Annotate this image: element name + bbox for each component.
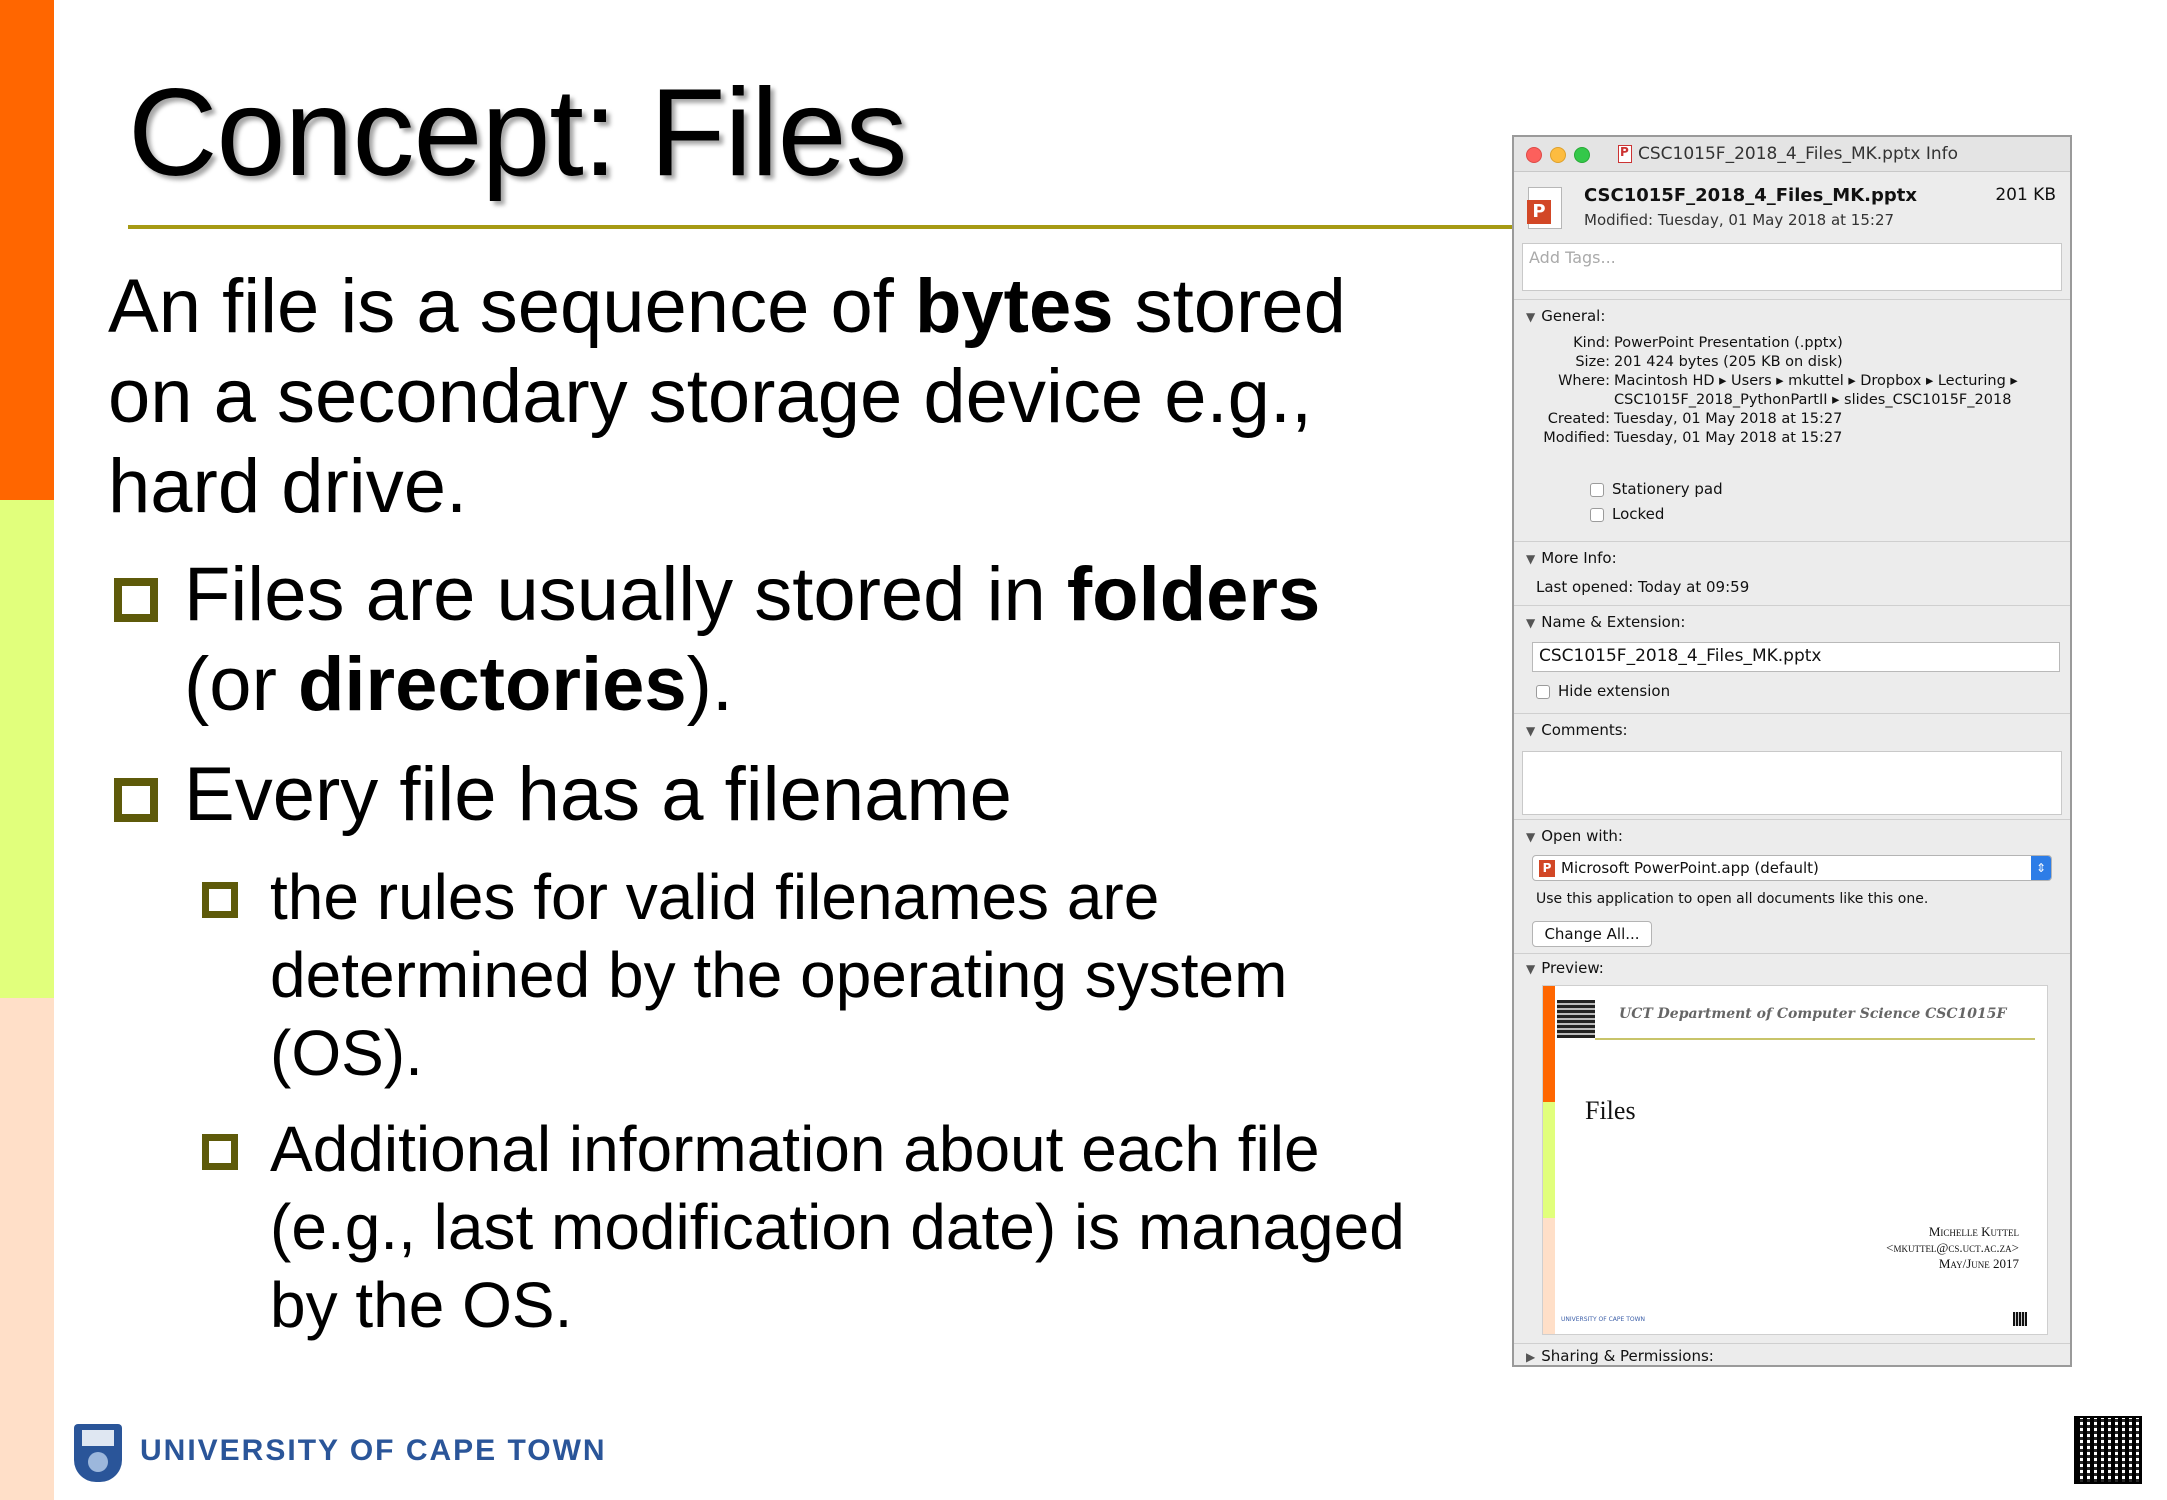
- where-value: Macintosh HD ▸ Users ▸ mkuttel ▸ Dropbox…: [1614, 373, 2018, 389]
- bullet-marker: [114, 778, 158, 822]
- kind-key: Kind:: [1573, 335, 1610, 351]
- locked-checkbox[interactable]: [1590, 508, 1604, 522]
- modified-key: Modified:: [1543, 430, 1610, 446]
- divider: [1514, 541, 2070, 542]
- open-with-select[interactable]: P Microsoft PowerPoint.app (default) ⇕: [1532, 855, 2052, 881]
- sub-bullet-rules: the rules for valid filenames are determ…: [270, 861, 1288, 1089]
- stationery-label: Stationery pad: [1612, 480, 1723, 498]
- created-value: Tuesday, 01 May 2018 at 15:27: [1614, 411, 1843, 427]
- title-divider: [128, 225, 1512, 229]
- divider: [1514, 1343, 2070, 1344]
- file-modified: Modified: Tuesday, 01 May 2018 at 15:27: [1584, 211, 1895, 229]
- window-title: CSC1015F_2018_4_Files_MK.pptx Info: [1638, 144, 1959, 164]
- close-button[interactable]: [1526, 147, 1542, 163]
- sub-bullet-marker: [202, 882, 238, 918]
- where-key: Where:: [1558, 373, 1610, 389]
- disclosure-open-icon: ▼: [1526, 962, 1536, 976]
- preview-qr-icon: [2013, 1312, 2027, 1326]
- divider: [1514, 819, 2070, 820]
- minimize-button[interactable]: [1550, 147, 1566, 163]
- comments-input[interactable]: [1522, 751, 2062, 815]
- section-general[interactable]: ▼ General:: [1526, 307, 1605, 325]
- open-with-note: Use this application to open all documen…: [1536, 891, 1929, 907]
- modified-value: Tuesday, 01 May 2018 at 15:27: [1614, 430, 1843, 446]
- disclosure-open-icon: ▼: [1526, 724, 1536, 738]
- bullet-filename: Every file has a filename: [184, 752, 1012, 837]
- file-info-window: CSC1015F_2018_4_Files_MK.pptx Info P CSC…: [1512, 135, 2072, 1367]
- preview-title: Files: [1585, 1096, 1636, 1125]
- size-value: 201 424 bytes (205 KB on disk): [1614, 354, 1843, 370]
- preview-thumbnail: UCT Department of Computer Science CSC10…: [1542, 985, 2048, 1335]
- divider: [1514, 605, 2070, 606]
- color-strip-lime: [0, 500, 54, 998]
- bullet-marker: [114, 578, 158, 622]
- disclosure-open-icon: ▼: [1526, 616, 1536, 630]
- powerpoint-file-icon: [1618, 145, 1632, 163]
- divider: [1514, 299, 2070, 300]
- tags-input[interactable]: Add Tags...: [1522, 243, 2062, 291]
- last-opened: Last opened: Today at 09:59: [1536, 578, 1750, 596]
- color-strip-peach: [0, 998, 54, 1500]
- color-strip-orange: [0, 0, 54, 500]
- section-open-with[interactable]: ▼ Open with:: [1526, 827, 1623, 845]
- preview-footer: UNIVERSITY OF CAPE TOWN: [1561, 1316, 1646, 1323]
- size-key: Size:: [1575, 354, 1610, 370]
- divider: [1514, 713, 2070, 714]
- divider: [1514, 953, 2070, 954]
- intro-paragraph: An file is a sequence of bytes stored on…: [108, 264, 1346, 529]
- stationery-checkbox[interactable]: [1590, 483, 1604, 497]
- section-comments[interactable]: ▼ Comments:: [1526, 721, 1628, 739]
- locked-label: Locked: [1612, 505, 1665, 523]
- uct-crest-logo: [74, 1424, 122, 1482]
- sub-bullet-additional-info: Additional information about each file (…: [270, 1113, 1405, 1341]
- disclosure-open-icon: ▼: [1526, 552, 1536, 566]
- section-name-extension[interactable]: ▼ Name & Extension:: [1526, 613, 1685, 631]
- disclosure-open-icon: ▼: [1526, 310, 1536, 324]
- slide: Concept: Files An file is a sequence of …: [0, 0, 2167, 1500]
- file-name: CSC1015F_2018_4_Files_MK.pptx: [1584, 185, 1917, 206]
- sub-bullet-marker: [202, 1134, 238, 1170]
- bullet-folders: Files are usually stored in folders (or …: [184, 552, 1321, 727]
- preview-header: UCT Department of Computer Science CSC10…: [1619, 1006, 2007, 1022]
- disclosure-open-icon: ▼: [1526, 830, 1536, 844]
- preview-author: Michelle Kuttel <mkuttel@cs.uct.ac.za> M…: [1886, 1224, 2019, 1271]
- disclosure-closed-icon: ▶: [1526, 1350, 1536, 1364]
- change-all-button[interactable]: Change All...: [1532, 921, 1652, 947]
- where-value-cont: CSC1015F_2018_PythonPartII ▸ slides_CSC1…: [1614, 392, 2012, 408]
- section-preview[interactable]: ▼ Preview:: [1526, 959, 1604, 977]
- chevron-updown-icon: ⇕: [2031, 856, 2051, 880]
- preview-logo-icon: [1557, 1000, 1595, 1038]
- hide-extension-checkbox[interactable]: [1536, 685, 1550, 699]
- qr-code-icon: [2074, 1416, 2142, 1484]
- name-extension-field[interactable]: CSC1015F_2018_4_Files_MK.pptx: [1532, 642, 2060, 672]
- kind-value: PowerPoint Presentation (.pptx): [1614, 335, 1843, 351]
- powerpoint-document-icon: P: [1527, 187, 1562, 229]
- section-sharing-permissions[interactable]: ▶ Sharing & Permissions:: [1526, 1347, 1714, 1365]
- zoom-button[interactable]: [1574, 147, 1590, 163]
- powerpoint-app-icon: P: [1539, 860, 1555, 877]
- created-key: Created:: [1547, 411, 1610, 427]
- hide-extension-label: Hide extension: [1558, 682, 1671, 700]
- file-size: 201 KB: [1995, 185, 2056, 205]
- slide-title: Concept: Files: [128, 64, 908, 202]
- university-name: UNIVERSITY OF CAPE TOWN: [140, 1434, 607, 1467]
- section-more-info[interactable]: ▼ More Info:: [1526, 549, 1617, 567]
- window-titlebar: CSC1015F_2018_4_Files_MK.pptx Info: [1514, 137, 2070, 172]
